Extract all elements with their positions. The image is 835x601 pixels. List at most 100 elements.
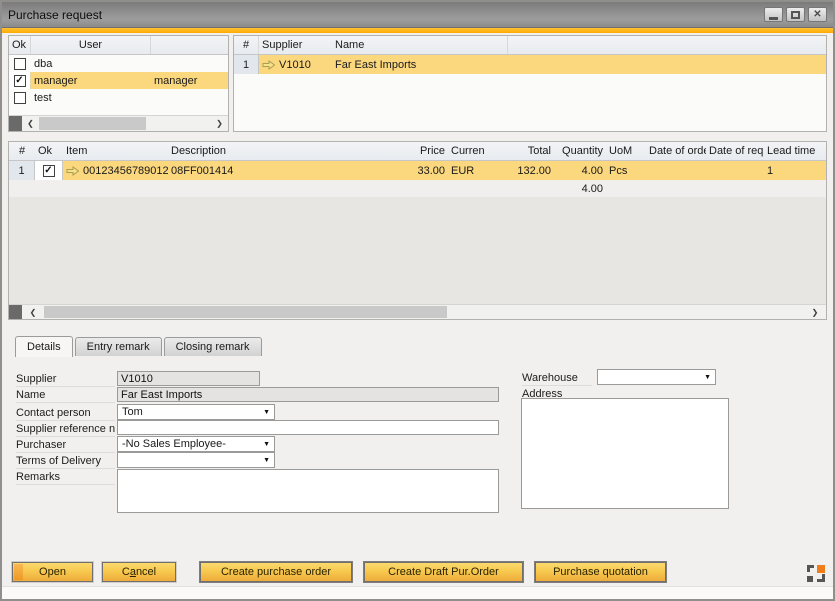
item-header-quantity: Quantity [554,142,606,160]
item-header-total: Total [485,142,554,160]
supplier-rownum-cell: 1 [234,55,259,74]
name-label: Name [16,389,115,403]
item-header-num: # [9,142,35,160]
resize-grip-icon[interactable] [807,565,825,583]
create-purchase-order-button[interactable]: Create purchase order [200,562,352,582]
footer-strip [2,586,833,599]
warehouse-dropdown[interactable]: ▼ [597,369,716,385]
tab-entry-remark[interactable]: Entry remark [75,337,162,356]
user-scroll-corner-handle[interactable] [9,116,22,131]
close-button[interactable]: ✕ [808,7,827,22]
purchaser-value: -No Sales Employee- [122,438,226,450]
maximize-button[interactable] [786,7,805,22]
scroll-right-button[interactable]: ❯ [804,305,826,319]
user-header-ok: Ok [9,36,31,54]
supplier-table-header: # Supplier Name [234,36,826,55]
supplier-code-cell: V1010 [259,55,332,74]
open-button[interactable]: Open [12,562,93,582]
user-name-cell: test [31,89,151,106]
user-scroll-thumb[interactable] [39,117,146,130]
sum-empty [376,180,448,197]
item-header-currency: Currency [448,142,485,160]
tab-closing-remark[interactable]: Closing remark [164,337,262,356]
scroll-left-button[interactable]: ❮ [22,116,39,131]
tab-details[interactable]: Details [15,336,73,357]
title-accent-bar [2,28,833,33]
item-checkbox[interactable] [43,165,55,177]
user-panel-filler [9,106,228,115]
supplier-reference-field[interactable] [117,420,499,435]
user-row-dba[interactable]: dba [9,55,228,72]
chevron-down-icon: ▼ [263,409,270,416]
link-arrow-icon[interactable] [66,166,79,176]
contact-person-dropdown[interactable]: Tom ▼ [117,404,275,420]
item-table-panel: # Ok Item Description Price Currency Tot… [8,141,827,320]
sum-empty [63,180,168,197]
checkbox-dba[interactable] [14,58,26,70]
item-table-header: # Ok Item Description Price Currency Tot… [9,142,826,161]
grip-corner [817,574,825,582]
item-scroll-track[interactable] [44,305,804,319]
sum-empty [9,180,35,197]
item-date-of-order-cell [646,161,706,180]
item-scroll-corner-handle[interactable] [9,305,22,319]
quantity-total: 4.00 [554,180,606,197]
item-date-of-required-cell [706,161,764,180]
address-textarea[interactable] [521,398,729,509]
item-header-date-of-order: Date of order [646,142,706,160]
sum-empty [485,180,554,197]
user-note-cell [151,55,228,72]
checkbox-test[interactable] [14,92,26,104]
supplier-header-filler [507,36,826,54]
terms-of-delivery-dropdown[interactable]: ▼ [117,452,275,468]
user-scroll-track[interactable] [39,116,211,131]
user-row-manager[interactable]: manager manager [9,72,228,89]
chevron-down-icon: ▼ [704,374,711,381]
checkbox-manager[interactable] [14,75,26,87]
item-code: 001234567890123456 [83,165,168,177]
user-name-cell: manager [31,72,151,89]
item-header-ok: Ok [35,142,63,160]
link-arrow-icon[interactable] [262,60,275,70]
titlebar[interactable]: Purchase request ✕ [2,2,833,28]
item-row-filler [821,161,827,180]
contact-person-label: Contact person [16,407,115,421]
minimize-button[interactable] [764,7,783,22]
name-field[interactable] [117,387,499,402]
window-controls: ✕ [761,7,827,22]
sum-empty [606,180,826,197]
supplier-field[interactable] [117,371,260,386]
remarks-textarea[interactable] [117,469,499,513]
item-description-cell: 08FF001414 [168,161,376,180]
supplier-header-supplier: Supplier [259,36,332,54]
item-header-date-of-required: Date of required [706,142,764,160]
supplier-name-cell: Far East Imports [332,55,507,74]
item-scroll-thumb[interactable] [44,306,447,318]
window-title: Purchase request [8,8,102,22]
purchase-quotation-button[interactable]: Purchase quotation [535,562,666,582]
item-header-description: Description [168,142,376,160]
create-draft-pur-order-button[interactable]: Create Draft Pur.Order [364,562,523,582]
user-note-cell: manager [151,72,228,89]
supplier-row[interactable]: 1 V1010 Far East Imports [234,55,826,74]
item-price-cell: 33.00 [376,161,448,180]
item-lead-time-cell: 1 [764,161,821,180]
item-row[interactable]: 1 001234567890123456 08FF001414 33.00 EU… [9,161,826,180]
top-section: Ok User dba manager manager test [8,35,827,132]
chevron-down-icon: ▼ [263,441,270,448]
contact-person-value: Tom [122,406,143,418]
supplier-panel: # Supplier Name 1 V1010 Far East Imports [233,35,827,132]
purchaser-dropdown[interactable]: -No Sales Employee- ▼ [117,436,275,452]
user-row-test[interactable]: test [9,89,228,106]
supplier-panel-filler [234,74,826,131]
user-header-note [151,36,228,54]
user-panel-hscrollbar: ❮ ❯ [9,115,228,131]
item-header-price: Price [376,142,448,160]
cancel-button[interactable]: Cancel [102,562,176,582]
user-header-user: User [31,36,151,54]
warehouse-label: Warehouse [522,372,592,386]
scroll-left-button[interactable]: ❮ [22,305,44,319]
scroll-right-button[interactable]: ❯ [211,116,228,131]
item-ok-cell [35,161,63,180]
supplier-label: Supplier [16,373,115,387]
